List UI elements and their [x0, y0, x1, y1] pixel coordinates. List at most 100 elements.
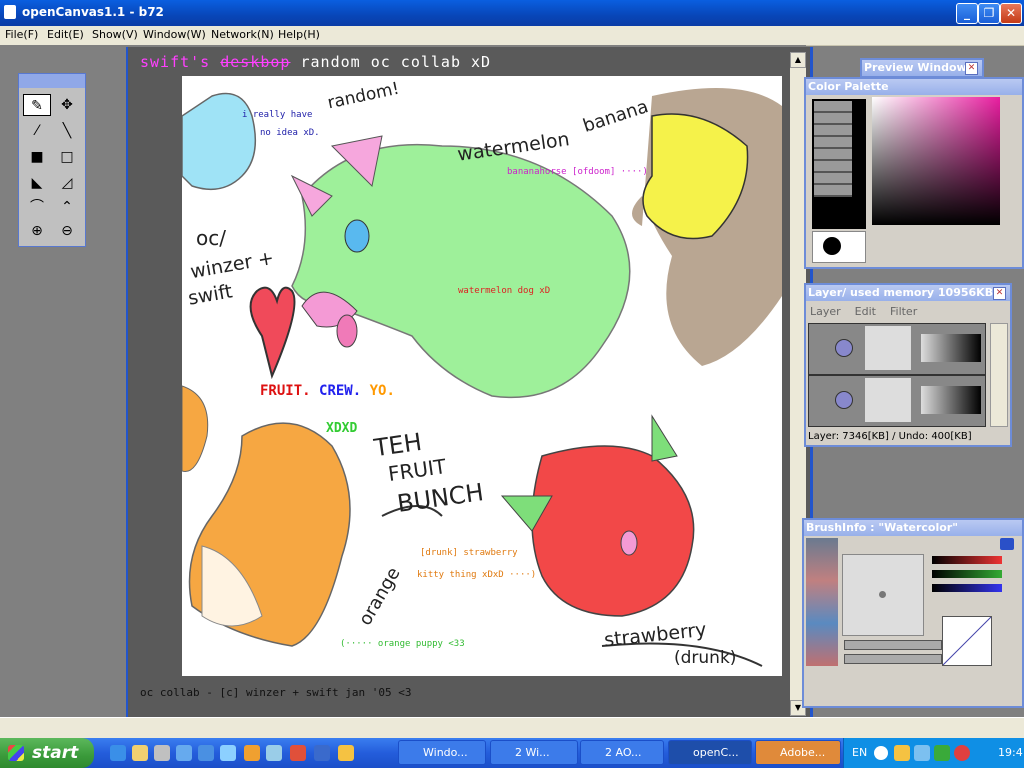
- preview-close-icon[interactable]: ✕: [965, 62, 978, 75]
- note-drunk: [drunk] strawberry: [420, 548, 518, 558]
- aim-tray-icon[interactable]: [894, 745, 910, 761]
- menu-file[interactable]: File(F): [5, 28, 38, 41]
- tab-edit[interactable]: Edit: [855, 305, 876, 318]
- close-button[interactable]: ✕: [1000, 3, 1022, 24]
- network-tray-icon[interactable]: [914, 745, 930, 761]
- folder-icon[interactable]: [132, 745, 148, 761]
- menu-window[interactable]: Window(W): [143, 28, 206, 41]
- preview-window-header[interactable]: Preview Window ✕: [862, 60, 982, 76]
- settings-icon[interactable]: [176, 745, 192, 761]
- brush-info-title: BrushInfo : "Watercolor": [806, 521, 958, 534]
- start-label: start: [32, 743, 79, 763]
- fruit-crew-yo: FRUIT. CREW. YO.: [260, 383, 395, 399]
- security-tray-icon[interactable]: [934, 745, 950, 761]
- brush-sliders[interactable]: [932, 556, 1002, 616]
- messenger-icon[interactable]: [220, 745, 236, 761]
- office-icon[interactable]: [290, 745, 306, 761]
- artwork: [182, 88, 782, 667]
- layer-panel: Layer/ used memory 10956KB ✕ Layer Edit …: [804, 283, 1012, 447]
- layer-panel-header[interactable]: Layer/ used memory 10956KB ✕: [806, 285, 1010, 301]
- maximize-button[interactable]: ❐: [978, 3, 1000, 24]
- note-kitty: kitty thing xDxD ····): [417, 570, 537, 580]
- note-xdxd: XDXD: [326, 421, 358, 436]
- rect-tool-icon[interactable]: □: [53, 146, 81, 168]
- menu-help[interactable]: Help(H): [278, 28, 320, 41]
- scroll-up-button[interactable]: ▲: [790, 52, 806, 68]
- task-opencanvas[interactable]: openC...: [668, 740, 752, 765]
- color-palette-panel: Color Palette: [804, 77, 1024, 269]
- menu-bar: File(F) Edit(E) Show(V) Window(W) Networ…: [0, 26, 1024, 46]
- menu-show[interactable]: Show(V): [92, 28, 138, 41]
- note-wmdog: watermelon dog xD: [458, 286, 551, 296]
- current-color-swatch[interactable]: [812, 231, 866, 263]
- note-puppy: (····· orange puppy <33: [340, 639, 465, 649]
- layer-row[interactable]: [808, 375, 986, 427]
- window-title: openCanvas1.1 - b72: [22, 5, 164, 19]
- menu-network[interactable]: Network(N): [211, 28, 274, 41]
- preview-window-title: Preview Window: [864, 61, 967, 74]
- language-indicator[interactable]: EN: [852, 746, 867, 759]
- layer-visibility-icon[interactable]: [835, 339, 853, 357]
- brush-info-header[interactable]: BrushInfo : "Watercolor": [804, 520, 1022, 536]
- eyedropper-tool-icon[interactable]: ⁄: [23, 120, 51, 142]
- ie-icon[interactable]: [110, 745, 126, 761]
- media-player-icon[interactable]: [244, 745, 260, 761]
- drawing-canvas[interactable]: i really have no idea xD. random! banana…: [182, 76, 782, 676]
- layer-scrollbar[interactable]: [990, 323, 1008, 427]
- pen-tool-icon[interactable]: ✎: [23, 94, 51, 116]
- layer-opacity-gradient: [921, 334, 981, 362]
- tool-palette: ✎ ✥ ⁄ ╲ ■ □ ◣ ◿ ⌒ ⌃ ⊕ ⊖: [18, 73, 86, 247]
- color-palette-title: Color Palette: [808, 80, 889, 93]
- move-tool-icon[interactable]: ✥: [53, 94, 81, 116]
- word-icon[interactable]: [314, 745, 330, 761]
- zoom-out-icon[interactable]: ⊖: [53, 220, 81, 242]
- brush-info-panel: BrushInfo : "Watercolor": [802, 518, 1024, 708]
- zoom-in-icon[interactable]: ⊕: [23, 220, 51, 242]
- preview-window-panel: Preview Window ✕: [860, 58, 984, 78]
- canvas-title: swift's deskbop random oc collab xD: [140, 53, 492, 71]
- minimize-button[interactable]: _: [956, 3, 978, 24]
- swatch-grid[interactable]: [812, 99, 866, 229]
- brush-type-list[interactable]: [806, 538, 838, 666]
- color-field[interactable]: [872, 97, 1000, 225]
- canvas-footer: oc collab - [c] winzer + swift jan '05 <…: [140, 686, 412, 699]
- layer-close-icon[interactable]: ✕: [993, 287, 1006, 300]
- shield-tray-icon[interactable]: [954, 745, 970, 761]
- task-windows[interactable]: Windo...: [398, 740, 486, 765]
- color-palette-header[interactable]: Color Palette: [806, 79, 1022, 95]
- search-icon[interactable]: [198, 745, 214, 761]
- save-brush-icon[interactable]: [1000, 538, 1014, 550]
- layer-row[interactable]: [808, 323, 986, 375]
- title-bar: openCanvas1.1 - b72 _ ❐ ✕: [0, 0, 1024, 26]
- layer-tabs: Layer Edit Filter: [810, 305, 917, 318]
- note-oc1: oc/: [196, 226, 226, 250]
- task-2-windows[interactable]: 2 Wi...: [490, 740, 578, 765]
- task-2-aol[interactable]: 2 AO...: [580, 740, 664, 765]
- start-button[interactable]: start: [0, 738, 94, 768]
- status-bar: [0, 717, 1024, 739]
- polyline-tool-icon[interactable]: ⌃: [53, 196, 81, 218]
- tool-palette-header[interactable]: [19, 74, 85, 88]
- curve-tool-icon[interactable]: ⌒: [23, 196, 51, 218]
- brush-curve-graph[interactable]: [942, 616, 992, 666]
- brush-density-slider[interactable]: [844, 654, 942, 664]
- lasso-fill-tool-icon[interactable]: ◣: [23, 172, 51, 194]
- tab-filter[interactable]: Filter: [890, 305, 917, 318]
- system-tray: EN 19:4: [843, 738, 1024, 768]
- note-drunk2: (drunk): [674, 648, 737, 668]
- chevron-left-icon[interactable]: [874, 746, 888, 760]
- menu-edit[interactable]: Edit(E): [47, 28, 84, 41]
- layer-visibility-icon[interactable]: [835, 391, 853, 409]
- tab-layer[interactable]: Layer: [810, 305, 841, 318]
- line-tool-icon[interactable]: ╲: [53, 120, 81, 142]
- aim-icon[interactable]: [338, 745, 354, 761]
- fill-rect-tool-icon[interactable]: ■: [23, 146, 51, 168]
- task-adobe[interactable]: Adobe...: [755, 740, 841, 765]
- lasso-tool-icon[interactable]: ◿: [53, 172, 81, 194]
- layer-panel-title: Layer/ used memory 10956KB: [808, 286, 994, 299]
- firefox-icon[interactable]: [266, 745, 282, 761]
- note-really: i really have: [242, 110, 313, 120]
- note-noidea: no idea xD.: [260, 128, 320, 138]
- brush-size-slider[interactable]: [844, 640, 942, 650]
- printer-icon[interactable]: [154, 745, 170, 761]
